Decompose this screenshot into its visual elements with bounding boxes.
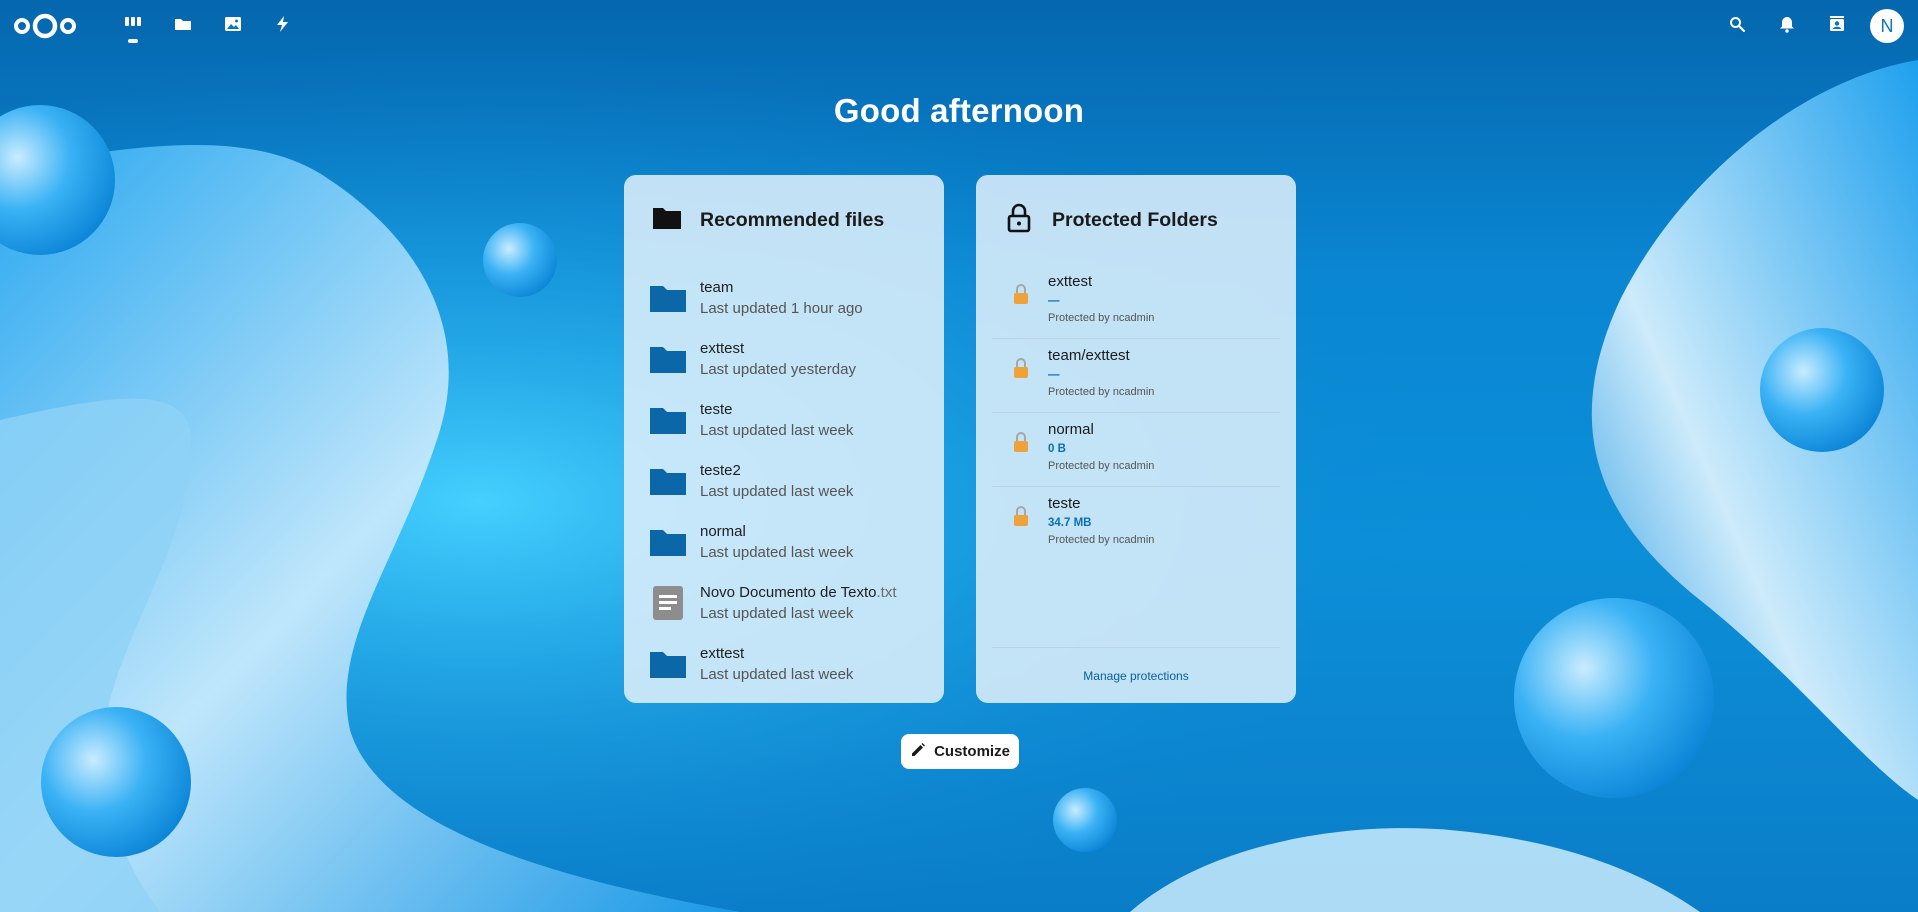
file-updated: Last updated last week [700,482,854,500]
lock-icon [1012,357,1030,379]
app-navigation [108,0,308,52]
protected-by: Protected by ncadmin [1048,312,1155,324]
folder-name: team/exttest [1048,347,1130,364]
folder-name: normal [1048,421,1094,438]
widget-footer: Manage protections [992,647,1280,703]
file-basename: Novo Documento de Texto [700,583,877,601]
bell-icon [1778,15,1796,38]
folder-icon [648,400,688,440]
file-updated: Last updated last week [700,665,854,683]
folder-icon [648,461,688,501]
widget-header: Recommended files [652,203,884,238]
search-icon [1728,15,1746,38]
list-item[interactable]: exttest Last updated last week [648,633,934,694]
search-button[interactable] [1712,0,1762,52]
files-folder-icon [174,15,192,38]
list-item[interactable]: team/exttest — Protected by ncadmin [992,339,1280,413]
widget-header: Protected Folders [1004,203,1218,238]
notifications-button[interactable] [1762,0,1812,52]
background-artwork [0,0,1918,912]
protected-folders-widget: Protected Folders exttest — Protected by… [976,175,1296,703]
widget-title: Recommended files [700,209,885,231]
protected-folder-list: exttest — Protected by ncadmin team/extt… [992,265,1280,561]
dashboard-icon [124,15,142,38]
contacts-button[interactable] [1812,0,1862,52]
protected-by: Protected by ncadmin [1048,460,1155,472]
activity-lightning-icon [274,15,292,38]
padlock-icon [1004,203,1034,238]
pencil-icon [910,742,934,762]
customize-label: Customize [934,743,1010,760]
lock-icon [1012,283,1030,305]
file-name: team [700,278,734,296]
list-item[interactable]: teste 34.7 MB Protected by ncadmin [992,487,1280,561]
list-item[interactable]: Novo Documento de Texto.txt Last updated … [648,572,934,633]
folder-size: — [1048,295,1060,307]
list-item[interactable]: teste Last updated last week [648,389,934,450]
folder-icon [648,339,688,379]
list-item[interactable]: exttest Last updated yesterday [648,328,934,389]
folder-size: 34.7 MB [1048,517,1092,529]
file-updated: Last updated last week [700,543,854,561]
list-item[interactable]: teste2 Last updated last week [648,450,934,511]
widget-title: Protected Folders [1052,209,1218,231]
file-name: teste2 [700,461,741,479]
file-name: teste [700,400,733,418]
contacts-icon [1828,15,1846,38]
file-updated: Last updated 1 hour ago [700,299,863,317]
folder-name: teste [1048,495,1081,512]
top-header: N [0,0,1918,52]
file-updated: Last updated last week [700,421,854,439]
manage-protections-link[interactable]: Manage protections [1083,669,1188,683]
lock-icon [1012,431,1030,453]
list-item[interactable]: exttest — Protected by ncadmin [992,265,1280,339]
active-indicator [128,39,138,43]
nextcloud-logo-icon[interactable] [14,12,76,40]
folder-name: exttest [1048,273,1093,290]
file-updated: Last updated yesterday [700,360,856,378]
file-name: Novo Documento de Texto.txt [700,582,897,603]
folder-size: — [1048,369,1060,381]
app-files[interactable] [158,0,208,52]
file-name: normal [700,522,746,540]
folder-icon [648,522,688,562]
folder-icon [648,278,688,318]
app-photos[interactable] [208,0,258,52]
list-item[interactable]: normal 0 B Protected by ncadmin [992,413,1280,487]
protected-by: Protected by ncadmin [1048,386,1155,398]
app-activity[interactable] [258,0,308,52]
folder-icon [648,644,688,684]
file-extension: .txt [876,583,897,601]
app-dashboard[interactable] [108,0,158,52]
file-name: exttest [700,339,745,357]
header-right: N [1712,0,1918,52]
text-file-icon [648,583,688,623]
recommended-files-widget: Recommended files team Last updated 1 hou… [624,175,944,703]
folder-size: 0 B [1048,443,1066,455]
list-item[interactable]: team Last updated 1 hour ago [648,267,934,328]
recommended-file-list: team Last updated 1 hour ago exttest Last … [648,267,934,694]
folder-icon [652,203,682,238]
photos-icon [224,15,242,38]
file-name: exttest [700,644,745,662]
lock-icon [1012,505,1030,527]
user-avatar[interactable]: N [1870,9,1904,43]
customize-button[interactable]: Customize [901,734,1019,769]
list-item[interactable]: normal Last updated last week [648,511,934,572]
file-updated: Last updated last week [700,604,854,622]
greeting-title: Good afternoon [833,92,1085,129]
protected-by: Protected by ncadmin [1048,534,1155,546]
